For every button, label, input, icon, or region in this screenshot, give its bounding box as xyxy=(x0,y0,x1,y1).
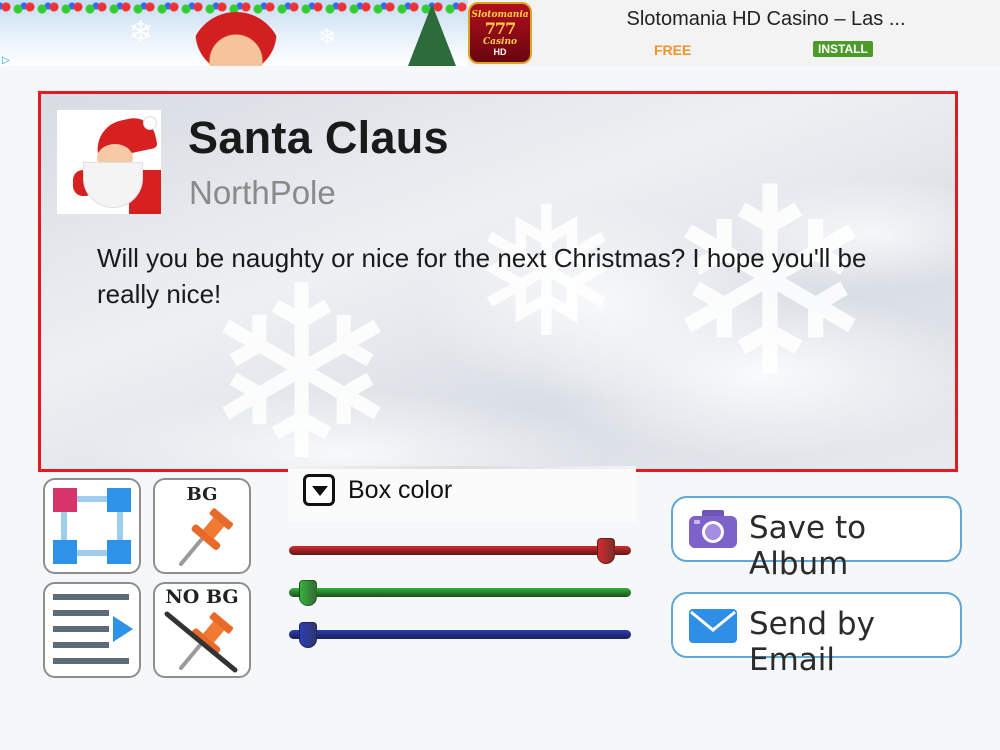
set-background-button[interactable]: BG xyxy=(153,478,251,574)
box-color-label: Box color xyxy=(348,476,453,504)
pushpin-icon xyxy=(179,508,234,566)
text-align-button[interactable] xyxy=(43,582,141,678)
santa-avatar[interactable] xyxy=(57,110,161,214)
send-by-email-label: Send by Email xyxy=(749,606,875,678)
text-align-icon xyxy=(53,594,133,664)
red-slider[interactable] xyxy=(289,538,631,564)
card-sender-name[interactable]: Santa Claus xyxy=(188,112,449,164)
ad-title[interactable]: Slotomania HD Casino – Las ... xyxy=(532,8,1000,31)
save-to-album-label: Save to Album xyxy=(749,510,867,582)
ad-artwork[interactable]: ❄ ❄ xyxy=(0,0,468,66)
avatar-hat-pom xyxy=(143,116,157,130)
snowflake-icon: ❄ xyxy=(318,24,337,49)
card-message[interactable]: Will you be naughty or nice for the next… xyxy=(97,240,917,312)
ad-icon-sevens: 777 xyxy=(484,18,516,38)
snowflake-icon: ❄ xyxy=(128,16,154,49)
ad-install-button[interactable]: INSTALL xyxy=(813,41,873,57)
send-by-email-button[interactable]: Send by Email xyxy=(671,592,962,678)
panel-divider xyxy=(288,466,636,469)
santa-illustration xyxy=(190,12,282,66)
green-slider[interactable] xyxy=(289,580,631,606)
ad-icon-hd: HD xyxy=(493,46,507,57)
card-sender-location[interactable]: NorthPole xyxy=(189,174,336,212)
blue-slider[interactable] xyxy=(289,622,631,648)
remove-background-button[interactable]: NO BG xyxy=(153,582,251,678)
chevron-down-icon[interactable] xyxy=(303,474,335,506)
box-color-panel: Box color xyxy=(288,466,636,522)
ad-banner[interactable]: ❄ ❄ Slotomania 777 Casino HD Slotomania … xyxy=(0,0,1000,66)
ad-free-label: FREE xyxy=(654,42,692,58)
card-preview[interactable]: ❄ ❄ ❅ Santa Claus NorthPole Will you be … xyxy=(38,91,958,472)
layout-button[interactable] xyxy=(43,478,141,574)
camera-icon xyxy=(689,510,737,548)
ad-app-icon[interactable]: Slotomania 777 Casino HD xyxy=(468,2,532,64)
blue-slider-thumb[interactable] xyxy=(299,622,317,648)
adchoices-icon[interactable]: ▷ xyxy=(2,55,10,66)
red-slider-thumb[interactable] xyxy=(597,538,615,564)
green-slider-thumb[interactable] xyxy=(299,580,317,606)
save-to-album-button[interactable]: Save to Album xyxy=(671,496,962,582)
ad-icon-sub: Casino xyxy=(482,36,518,47)
ad-icon-brand: Slotomania xyxy=(471,9,529,20)
layout-nodes-icon xyxy=(53,488,131,564)
christmas-tree-illustration xyxy=(408,4,456,66)
envelope-icon xyxy=(689,609,737,643)
pushpin-crossed-icon xyxy=(164,611,238,673)
